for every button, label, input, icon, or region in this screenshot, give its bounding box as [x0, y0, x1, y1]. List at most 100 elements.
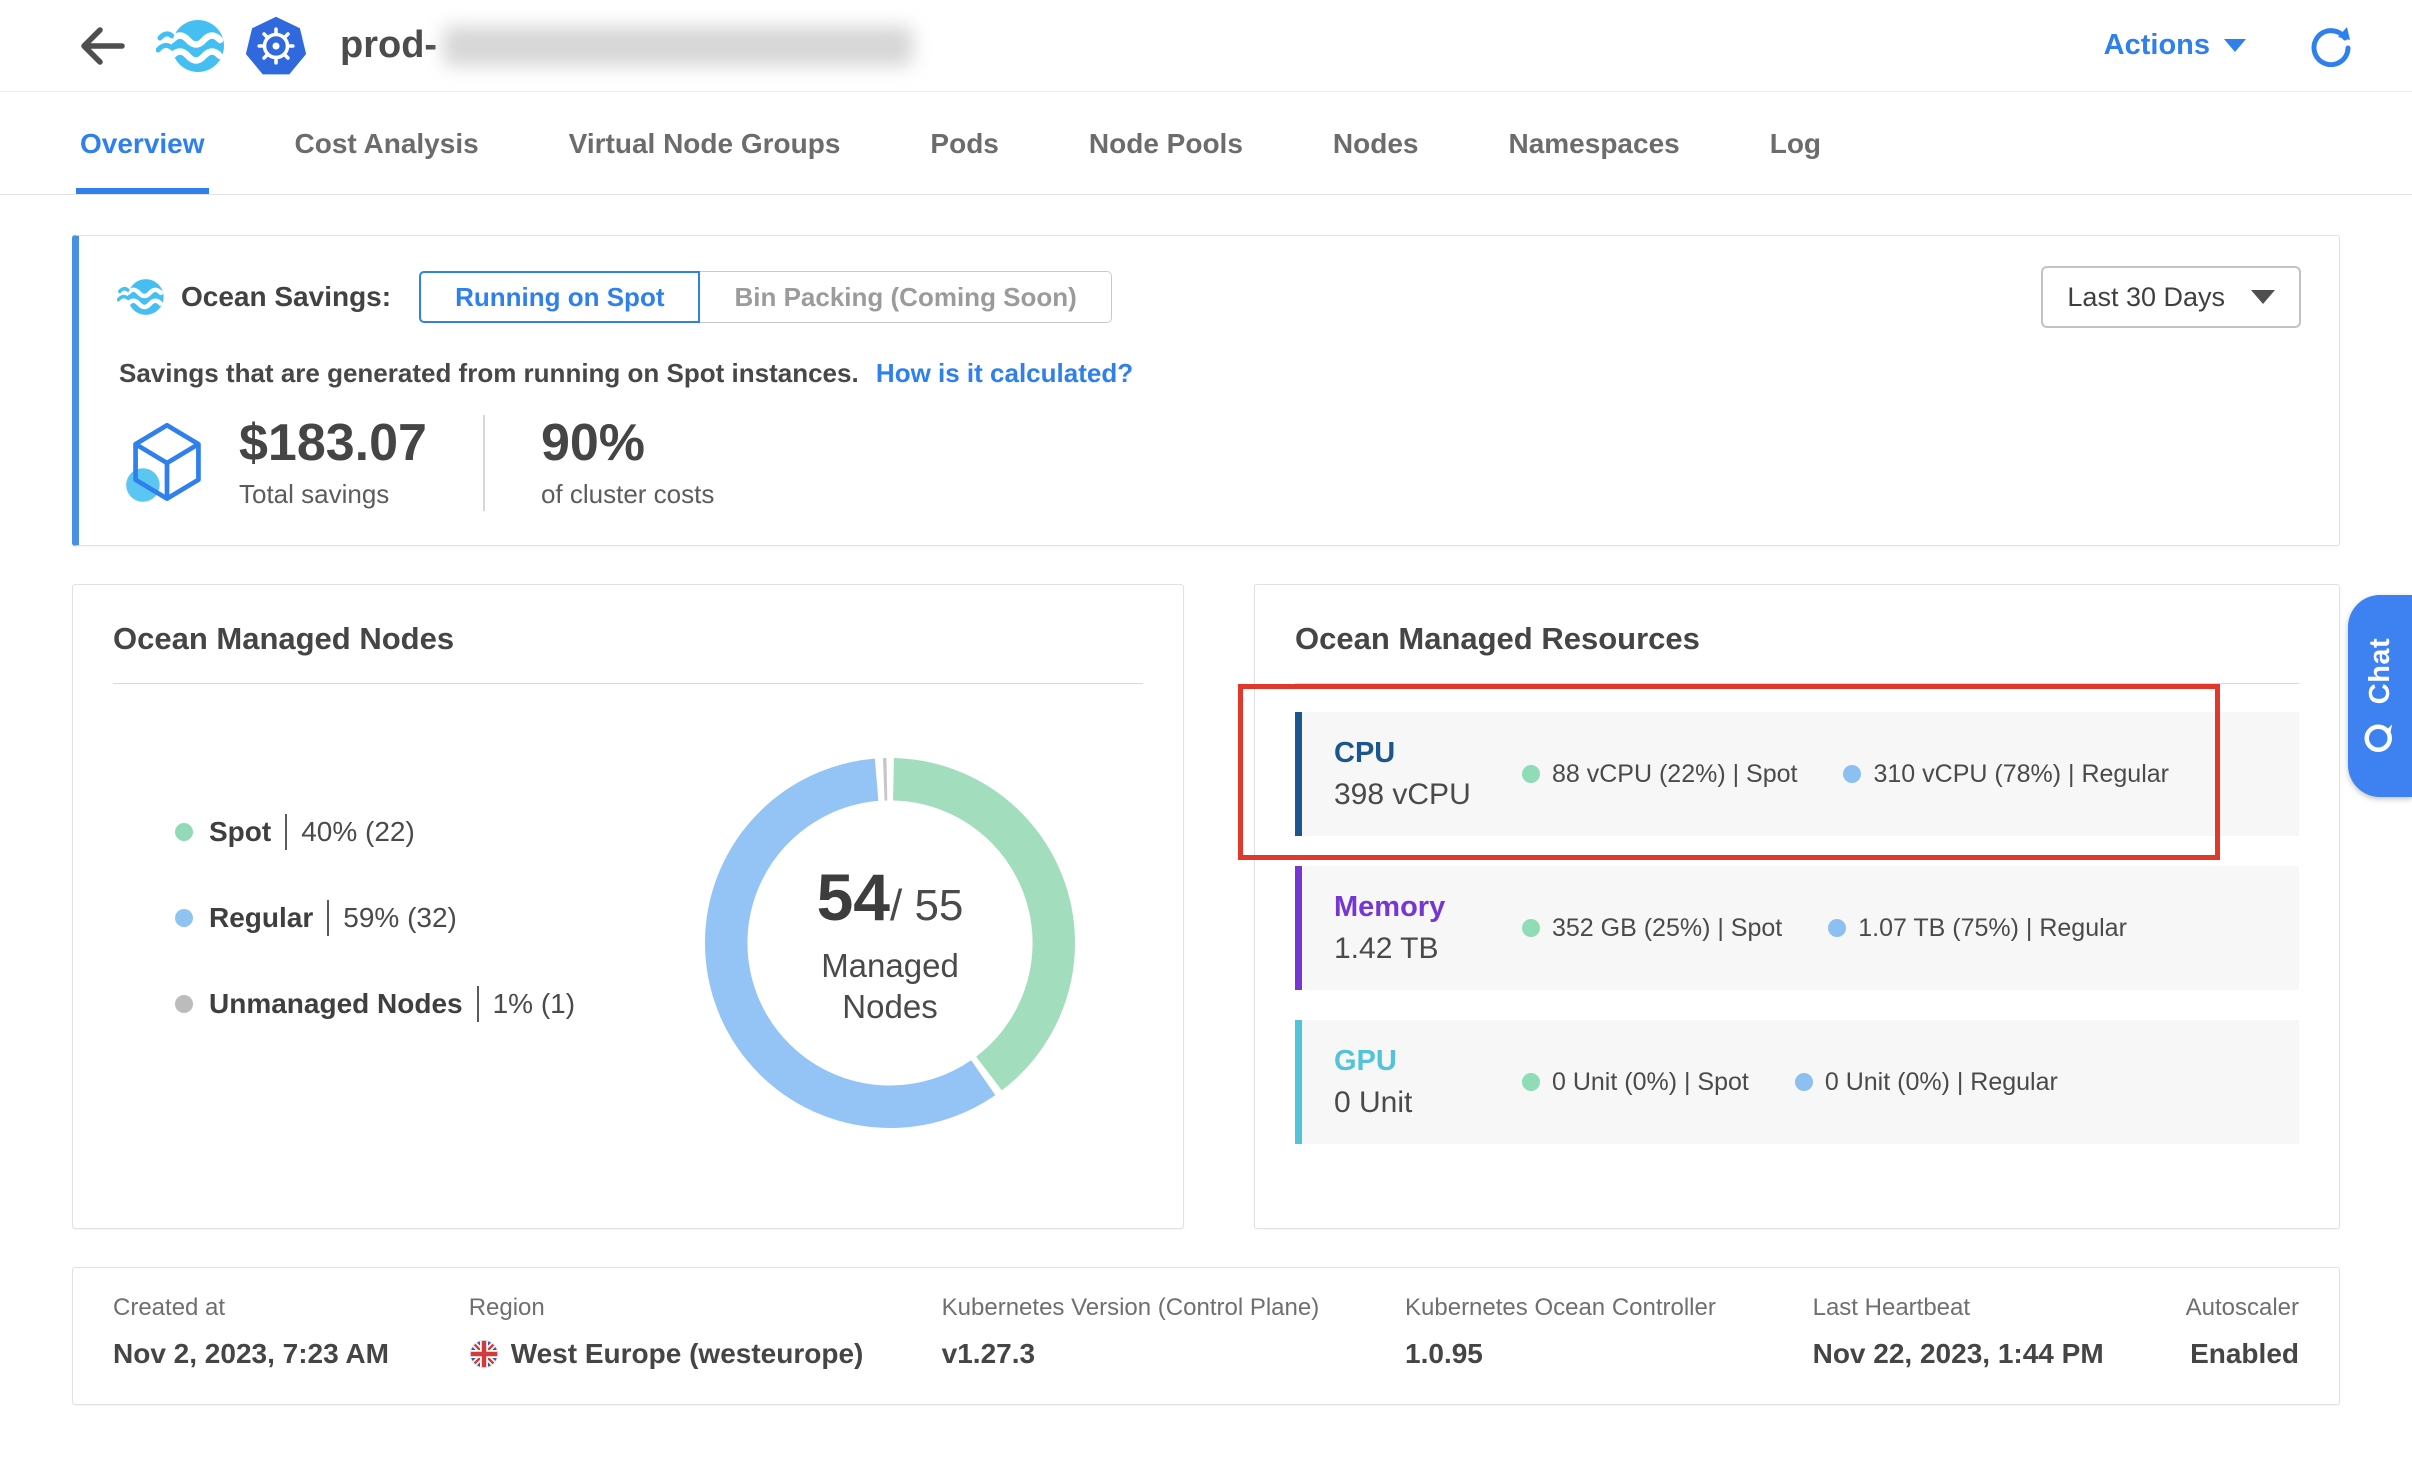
tab-node-pools[interactable]: Node Pools: [1085, 92, 1247, 194]
memory-spot-stat: 352 GB (25%) | Spot: [1522, 914, 1782, 943]
legend-label: Regular: [209, 902, 313, 934]
tab-virtual-node-groups[interactable]: Virtual Node Groups: [565, 92, 845, 194]
nodes-legend: Spot 40% (22) Regular 59% (32) Unmanaged…: [175, 814, 575, 1072]
running-on-spot-toggle[interactable]: Running on Spot: [419, 271, 700, 323]
spot-dot-icon: [1522, 919, 1540, 937]
kubernetes-logo-icon: [244, 15, 308, 77]
managed-resources-title: Ocean Managed Resources: [1295, 621, 2299, 657]
divider: [1295, 683, 2299, 684]
managed-nodes-center-label: Managed Nodes: [785, 945, 995, 1028]
chat-button[interactable]: Chat: [2348, 595, 2412, 797]
chevron-down-icon: [2251, 290, 2275, 304]
footer-label: Region: [469, 1294, 942, 1322]
managed-nodes-donut-chart: 54/ 55 Managed Nodes: [705, 758, 1075, 1128]
footer-label: Kubernetes Ocean Controller: [1405, 1294, 1813, 1322]
legend-divider: [285, 814, 287, 850]
regular-dot-icon: [1795, 1073, 1813, 1091]
bin-packing-toggle[interactable]: Bin Packing (Coming Soon): [700, 271, 1111, 323]
regular-dot-icon: [1843, 765, 1861, 783]
cluster-cost-percent-value: 90%: [541, 416, 714, 471]
ocean-logo-icon: [156, 18, 226, 74]
memory-regular-value: 1.07 TB (75%) | Regular: [1858, 914, 2127, 943]
back-arrow-icon: [76, 23, 128, 69]
footer-last-heartbeat: Last Heartbeat Nov 22, 2023, 1:44 PM: [1813, 1294, 2186, 1370]
memory-total: 1.42 TB: [1334, 932, 1522, 966]
actions-button[interactable]: Actions: [2104, 29, 2246, 62]
cluster-info-footer: Created at Nov 2, 2023, 7:23 AM Region W…: [72, 1267, 2340, 1405]
savings-cube-icon: [123, 419, 211, 507]
resource-row-gpu: GPU 0 Unit 0 Unit (0%) | Spot 0 Unit (0%…: [1295, 1020, 2299, 1144]
savings-description: Savings that are generated from running …: [119, 358, 859, 388]
cluster-name-prefix: prod-: [340, 24, 437, 67]
memory-regular-stat: 1.07 TB (75%) | Regular: [1828, 914, 2127, 943]
ocean-savings-icon: [117, 275, 165, 319]
footer-autoscaler: Autoscaler Enabled: [2186, 1294, 2299, 1370]
ocean-managed-resources-card: Ocean Managed Resources CPU 398 vCPU 88 …: [1254, 584, 2340, 1229]
back-button[interactable]: [76, 23, 128, 69]
legend-divider: [327, 900, 329, 936]
stat-divider: [483, 415, 485, 511]
gpu-total: 0 Unit: [1334, 1086, 1522, 1120]
page-title: prod-: [340, 24, 913, 67]
ocean-managed-nodes-card: Ocean Managed Nodes Spot 40% (22) Regula…: [72, 584, 1184, 1229]
footer-k8s-version: Kubernetes Version (Control Plane) v1.27…: [942, 1294, 1405, 1370]
resource-row-memory: Memory 1.42 TB 352 GB (25%) | Spot 1.07 …: [1295, 866, 2299, 990]
footer-created-at: Created at Nov 2, 2023, 7:23 AM: [113, 1294, 469, 1370]
footer-label: Kubernetes Version (Control Plane): [942, 1294, 1405, 1322]
tab-bar: Overview Cost Analysis Virtual Node Grou…: [0, 92, 2412, 195]
footer-value: Nov 22, 2023, 1:44 PM: [1813, 1338, 2186, 1370]
refresh-icon: [2310, 25, 2352, 67]
footer-value: v1.27.3: [942, 1338, 1405, 1370]
managed-nodes-title: Ocean Managed Nodes: [113, 621, 1143, 657]
tab-cost-analysis[interactable]: Cost Analysis: [291, 92, 483, 194]
spot-dot-icon: [1522, 1073, 1540, 1091]
footer-value: Enabled: [2190, 1338, 2299, 1370]
memory-label: Memory: [1334, 891, 1522, 924]
how-calculated-link[interactable]: How is it calculated?: [876, 358, 1133, 388]
legend-value: 1% (1): [493, 988, 575, 1020]
tab-namespaces[interactable]: Namespaces: [1504, 92, 1683, 194]
legend-divider: [477, 986, 479, 1022]
uk-flag-icon: [469, 1339, 499, 1369]
gpu-spot-stat: 0 Unit (0%) | Spot: [1522, 1068, 1749, 1097]
header: prod- Actions: [0, 0, 2412, 92]
refresh-button[interactable]: [2310, 25, 2352, 67]
footer-label: Autoscaler: [2186, 1294, 2299, 1322]
savings-view-toggle: Running on Spot Bin Packing (Coming Soon…: [419, 271, 1112, 323]
footer-label: Created at: [113, 1294, 469, 1322]
tab-overview[interactable]: Overview: [76, 92, 209, 194]
gpu-label: GPU: [1334, 1045, 1522, 1078]
legend-item-spot: Spot 40% (22): [175, 814, 575, 850]
managed-nodes-total: / 55: [890, 881, 963, 930]
tab-pods[interactable]: Pods: [926, 92, 1002, 194]
total-savings-value: $183.07: [239, 416, 427, 471]
cluster-cost-percent-label: of cluster costs: [541, 479, 714, 510]
tab-log[interactable]: Log: [1766, 92, 1825, 194]
ocean-savings-card: Ocean Savings: Running on Spot Bin Packi…: [72, 235, 2340, 546]
tab-nodes[interactable]: Nodes: [1329, 92, 1423, 194]
cluster-cost-percent-stat: 90% of cluster costs: [541, 416, 714, 510]
regular-dot-icon: [175, 909, 193, 927]
cpu-total: 398 vCPU: [1334, 778, 1522, 812]
period-dropdown[interactable]: Last 30 Days: [2041, 266, 2301, 328]
period-dropdown-value: Last 30 Days: [2067, 282, 2225, 313]
resource-row-cpu: CPU 398 vCPU 88 vCPU (22%) | Spot 310 vC…: [1295, 712, 2299, 836]
regular-dot-icon: [1828, 919, 1846, 937]
actions-label: Actions: [2104, 29, 2210, 62]
memory-spot-value: 352 GB (25%) | Spot: [1552, 914, 1782, 943]
gpu-regular-value: 0 Unit (0%) | Regular: [1825, 1068, 2058, 1097]
total-savings-stat: $183.07 Total savings: [239, 416, 427, 510]
managed-nodes-count: 54: [817, 860, 890, 934]
ocean-savings-label: Ocean Savings:: [181, 281, 391, 313]
legend-label: Unmanaged Nodes: [209, 988, 463, 1020]
footer-value: West Europe (westeurope): [469, 1338, 942, 1370]
footer-region: Region West Europe (westeurope): [469, 1294, 942, 1370]
cpu-spot-value: 88 vCPU (22%) | Spot: [1552, 760, 1797, 789]
gpu-regular-stat: 0 Unit (0%) | Regular: [1795, 1068, 2058, 1097]
legend-label: Spot: [209, 816, 271, 848]
cpu-label: CPU: [1334, 737, 1522, 770]
cpu-regular-value: 310 vCPU (78%) | Regular: [1873, 760, 2169, 789]
cluster-name-redacted: [443, 26, 913, 66]
gpu-spot-value: 0 Unit (0%) | Spot: [1552, 1068, 1749, 1097]
unmanaged-dot-icon: [175, 995, 193, 1013]
